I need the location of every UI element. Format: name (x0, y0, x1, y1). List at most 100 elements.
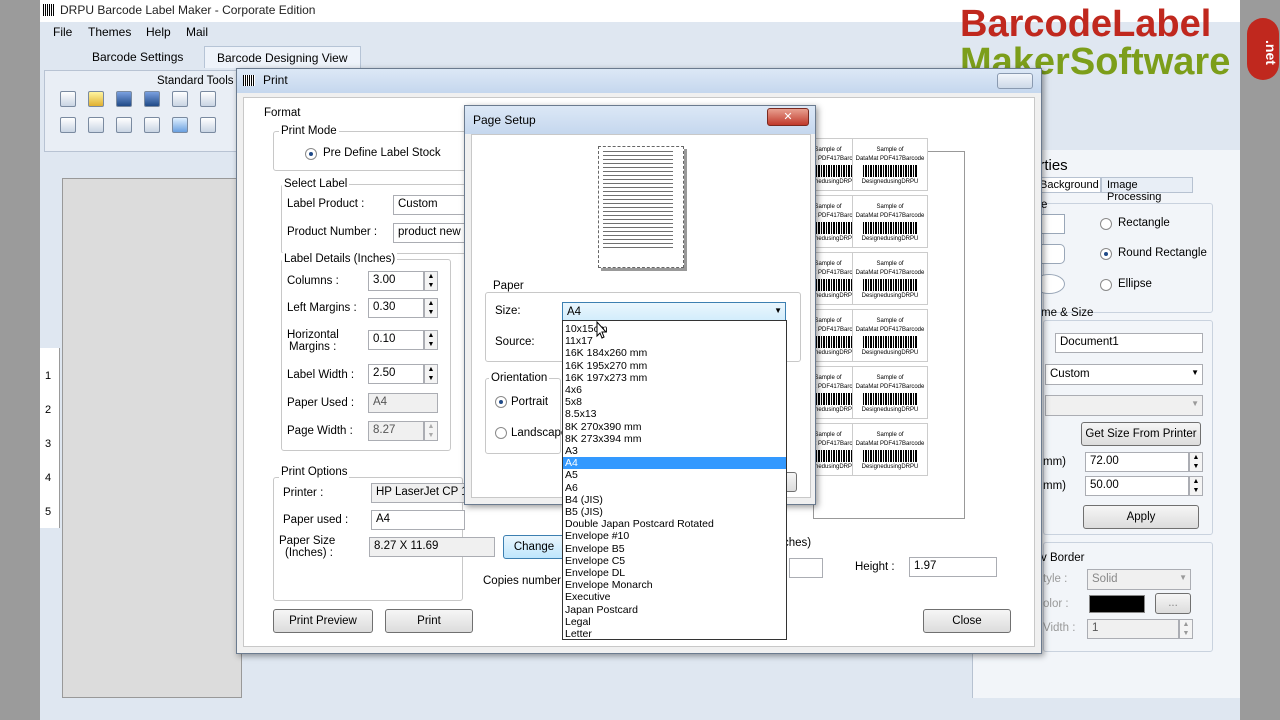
sample-text: DesignedusingDRPU (861, 350, 919, 356)
dropdown-option[interactable]: Envelope #10 (563, 530, 786, 542)
document-name-field[interactable]: Document1 (1055, 333, 1203, 353)
product-number-field[interactable]: product new (393, 223, 469, 243)
radio-rectangle[interactable] (1100, 218, 1112, 230)
menu-mail[interactable]: Mail (186, 25, 208, 39)
radio-round-rectangle[interactable] (1100, 248, 1112, 260)
dropdown-option[interactable]: B5 (JIS) (563, 506, 786, 518)
tab-barcode-designing-view[interactable]: Barcode Designing View (204, 46, 361, 68)
dropdown-option[interactable]: 16K 195x270 mm (563, 360, 786, 372)
label-product-field[interactable]: Custom (393, 195, 469, 215)
border-style-combo[interactable]: Solid ▼ (1087, 569, 1191, 590)
width-spinner[interactable]: ▲ ▼ (1189, 452, 1203, 472)
dropdown-option[interactable]: Envelope DL (563, 567, 786, 579)
border-width-spinner[interactable]: ▲ ▼ (1179, 619, 1193, 639)
label-width-spinner[interactable]: ▲ ▼ (424, 364, 438, 384)
border-color-swatch[interactable] (1089, 595, 1145, 613)
label-preview-area: Sample of DataMat PDF417Barcode Designedus… (790, 138, 965, 519)
dropdown-option[interactable]: Executive (563, 591, 786, 603)
tab-image-processing[interactable]: Image Processing (1101, 177, 1193, 203)
menu-help[interactable]: Help (146, 25, 171, 39)
close-button[interactable]: Close (923, 609, 1011, 633)
dropdown-option[interactable]: Double Japan Postcard Rotated (563, 518, 786, 530)
get-size-from-printer-button[interactable]: Get Size From Printer (1081, 422, 1201, 446)
radio-portrait[interactable] (495, 396, 507, 408)
paper-used2-field[interactable]: A4 (371, 510, 465, 530)
save-icon[interactable] (116, 91, 132, 107)
radio-landscape[interactable] (495, 427, 507, 439)
page-setup-title: Page Setup (473, 113, 536, 127)
size-sub-combo[interactable]: ▼ (1045, 395, 1203, 416)
barcode-icon (863, 279, 917, 291)
ungroup-icon[interactable] (88, 117, 104, 133)
border-width-field[interactable]: 1 (1087, 619, 1179, 639)
label-height-field[interactable]: 50.00 (1085, 476, 1189, 496)
label-width-field[interactable]: 72.00 (1085, 452, 1189, 472)
print-button[interactable]: Print (385, 609, 473, 633)
tab-background[interactable]: Background (1033, 177, 1101, 193)
horizontal-margins-spinner[interactable]: ▲ ▼ (424, 330, 438, 350)
dropdown-option[interactable]: A5 (563, 469, 786, 481)
close-icon[interactable]: ✕ (767, 108, 809, 126)
dropdown-option[interactable]: 8K 273x394 mm (563, 433, 786, 445)
size-label: Size: (495, 305, 521, 317)
print-dialog-title: Print (263, 73, 288, 87)
sample-text: DesignedusingDRPU (861, 236, 919, 242)
height-field[interactable]: 1.97 (909, 557, 997, 577)
tab-barcode-settings[interactable]: Barcode Settings (80, 46, 195, 68)
copies-number-label: Copies number (483, 575, 561, 587)
print-preview-button[interactable]: Print Preview (273, 609, 373, 633)
group-icon[interactable] (60, 117, 76, 133)
height-spinner[interactable]: ▲ ▼ (1189, 476, 1203, 496)
menu-file[interactable]: File (53, 25, 72, 39)
sample-label: Sample of DataMat PDF417Barcode Designedus… (852, 309, 928, 362)
sample-label: Sample of DataMat PDF417Barcode Designedus… (852, 366, 928, 419)
width-partial-field[interactable] (789, 558, 823, 578)
open-icon[interactable] (88, 91, 104, 107)
radio-ellipse[interactable] (1100, 279, 1112, 291)
paste-icon[interactable] (200, 91, 216, 107)
page-width-spinner[interactable]: ▲ ▼ (424, 421, 438, 441)
dropdown-option[interactable]: 16K 197x273 mm (563, 372, 786, 384)
save-as-icon[interactable] (144, 91, 160, 107)
size-combo[interactable]: Custom ▼ (1045, 364, 1203, 385)
apply-button[interactable]: Apply (1083, 505, 1199, 529)
dropdown-option[interactable]: 8K 270x390 mm (563, 421, 786, 433)
columns-field[interactable]: 3.00 (368, 271, 424, 291)
barcode-icon (863, 165, 917, 177)
dropdown-option[interactable]: A4 (563, 457, 786, 470)
label-product-label: Label Product : (287, 198, 365, 210)
height-label: Height : (855, 561, 895, 573)
color-picker-button[interactable]: ... (1155, 593, 1191, 614)
dropdown-option[interactable]: Envelope C5 (563, 555, 786, 567)
horizontal-margins-field[interactable]: 0.10 (368, 330, 424, 350)
copy-icon[interactable] (172, 91, 188, 107)
dropdown-option[interactable]: 8.5x13 (563, 408, 786, 420)
grid-icon[interactable] (172, 117, 188, 133)
dropdown-option[interactable]: Envelope B5 (563, 543, 786, 555)
dropdown-option[interactable]: A3 (563, 445, 786, 457)
left-margins-field[interactable]: 0.30 (368, 298, 424, 318)
menu-themes[interactable]: Themes (88, 25, 131, 39)
new-icon[interactable] (60, 91, 76, 107)
print-dialog-close-icon[interactable] (997, 73, 1033, 89)
unlock-icon[interactable] (144, 117, 160, 133)
left-margins-spinner[interactable]: ▲ ▼ (424, 298, 438, 318)
radio-pre-define[interactable] (305, 148, 317, 160)
dropdown-option[interactable]: Envelope Monarch (563, 579, 786, 591)
dropdown-option[interactable]: 4x6 (563, 384, 786, 396)
dropdown-option[interactable]: B4 (JIS) (563, 494, 786, 506)
columns-spinner[interactable]: ▲ ▼ (424, 271, 438, 291)
dropdown-option[interactable]: 16K 184x260 mm (563, 347, 786, 359)
database-icon[interactable] (200, 117, 216, 133)
dropdown-option[interactable]: Letter (563, 628, 786, 640)
design-canvas[interactable] (62, 178, 242, 698)
lock-icon[interactable] (116, 117, 132, 133)
label-width-field-print[interactable]: 2.50 (368, 364, 424, 384)
dropdown-option[interactable]: 5x8 (563, 396, 786, 408)
dropdown-option[interactable]: Japan Postcard (563, 604, 786, 616)
printer-field[interactable]: HP LaserJet CP 102 (371, 483, 465, 503)
ruler-number: 1 (45, 370, 52, 382)
dropdown-option[interactable]: Legal (563, 616, 786, 628)
dropdown-option[interactable]: A6 (563, 482, 786, 494)
change-button[interactable]: Change (503, 535, 565, 559)
